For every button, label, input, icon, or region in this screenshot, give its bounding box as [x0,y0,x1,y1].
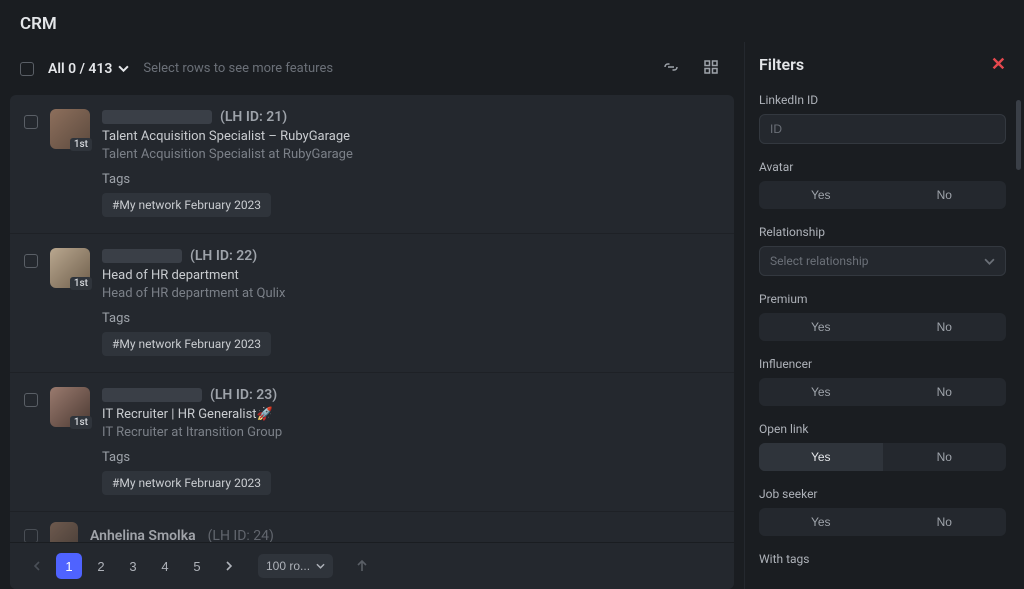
chevron-down-icon [316,563,325,569]
close-icon[interactable]: ✕ [991,54,1006,75]
page-number-button[interactable]: 1 [56,553,82,579]
tag-chip[interactable]: #My network February 2023 [102,471,271,495]
contact-card[interactable]: 1st (LH ID: 23) IT Recruiter | HR Genera… [10,373,734,512]
contact-headline: Talent Acquisition Specialist – RubyGara… [102,129,720,144]
page-number-button[interactable]: 2 [88,553,114,579]
avatar[interactable]: 1st [50,248,90,288]
row-checkbox[interactable] [24,115,38,129]
chevron-down-icon [984,258,995,265]
contact-card[interactable]: 1st (LH ID: 22) Head of HR department He… [10,234,734,373]
contact-subline: Talent Acquisition Specialist at RubyGar… [102,147,720,162]
scroll-top-button[interactable] [349,553,375,579]
degree-badge: 1st [70,277,92,290]
relationship-select[interactable]: Select relationship [759,246,1006,276]
filter-label-premium: Premium [759,292,1006,306]
arrow-up-icon [357,560,367,572]
filter-label-relationship: Relationship [759,225,1006,239]
page-prev-button[interactable] [24,553,50,579]
lh-id: (LH ID: 22) [190,248,257,264]
chevron-right-icon [225,561,233,571]
lh-id: (LH ID: 23) [210,387,277,403]
grid-icon [702,58,720,76]
job-seeker-no-button[interactable]: No [883,508,1007,536]
tag-chip[interactable]: #My network February 2023 [102,193,271,217]
avatar-no-button[interactable]: No [883,181,1007,209]
contact-name-redacted [102,110,212,124]
contacts-list: 1st (LH ID: 21) Talent Acquisition Speci… [10,95,734,589]
avatar[interactable]: 1st [50,387,90,427]
contact-headline: Head of HR department [102,268,720,283]
row-checkbox[interactable] [24,529,38,543]
avatar-toggle: Yes No [759,181,1006,209]
chevron-down-icon [118,63,129,74]
contact-headline: IT Recruiter | HR Generalist🚀 [102,407,720,422]
pagination: 1 2 3 4 5 100 ro... [10,542,734,589]
job-seeker-toggle: Yes No [759,508,1006,536]
page-title: CRM [20,14,1004,34]
open-link-no-button[interactable]: No [883,443,1007,471]
scrollbar-thumb[interactable] [1016,100,1021,170]
lh-id: (LH ID: 21) [220,109,287,125]
filter-label-influencer: Influencer [759,357,1006,371]
toolbar-hint: Select rows to see more features [143,61,333,76]
row-checkbox[interactable] [24,393,38,407]
main-column: All 0 / 413 Select rows to see more feat… [0,42,744,589]
counter-text: All 0 / 413 [48,61,112,77]
tag-chip[interactable]: #My network February 2023 [102,332,271,356]
linkedin-id-input[interactable] [759,114,1006,144]
page-size-select[interactable]: 100 ro... [258,554,333,578]
connection-icon-button[interactable] [658,54,684,83]
page-number-button[interactable]: 3 [120,553,146,579]
link-icon [662,58,680,76]
influencer-yes-button[interactable]: Yes [759,378,883,406]
list-toolbar: All 0 / 413 Select rows to see more feat… [10,42,734,95]
filter-label-linkedin-id: LinkedIn ID [759,93,1006,107]
degree-badge: 1st [70,416,92,429]
influencer-no-button[interactable]: No [883,378,1007,406]
avatar[interactable]: 1st [50,109,90,149]
contact-subline: IT Recruiter at Itransition Group [102,425,720,440]
grid-icon-button[interactable] [698,54,724,83]
contact-subline: Head of HR department at Qulix [102,286,720,301]
avatar-yes-button[interactable]: Yes [759,181,883,209]
row-checkbox[interactable] [24,254,38,268]
filters-panel: Filters ✕ LinkedIn ID Avatar Yes No Rela… [744,42,1024,589]
open-link-toggle: Yes No [759,443,1006,471]
filter-label-with-tags: With tags [759,552,1006,566]
influencer-toggle: Yes No [759,378,1006,406]
filters-title: Filters [759,55,804,74]
premium-toggle: Yes No [759,313,1006,341]
filter-label-avatar: Avatar [759,160,1006,174]
tags-label: Tags [102,311,720,326]
chevron-left-icon [33,561,41,571]
premium-no-button[interactable]: No [883,313,1007,341]
premium-yes-button[interactable]: Yes [759,313,883,341]
selection-counter[interactable]: All 0 / 413 [48,61,129,77]
page-next-button[interactable] [216,553,242,579]
filter-label-job-seeker: Job seeker [759,487,1006,501]
tags-label: Tags [102,172,720,187]
select-all-checkbox[interactable] [20,62,34,76]
contact-name-redacted [102,249,182,263]
degree-badge: 1st [70,138,92,151]
page-size-label: 100 ro... [266,559,310,573]
contact-name-redacted [102,388,202,402]
tags-label: Tags [102,450,720,465]
page-number-button[interactable]: 5 [184,553,210,579]
page-number-button[interactable]: 4 [152,553,178,579]
relationship-placeholder: Select relationship [770,254,869,268]
job-seeker-yes-button[interactable]: Yes [759,508,883,536]
contact-card[interactable]: 1st (LH ID: 21) Talent Acquisition Speci… [10,95,734,234]
open-link-yes-button[interactable]: Yes [759,443,883,471]
filter-label-open-link: Open link [759,422,1006,436]
